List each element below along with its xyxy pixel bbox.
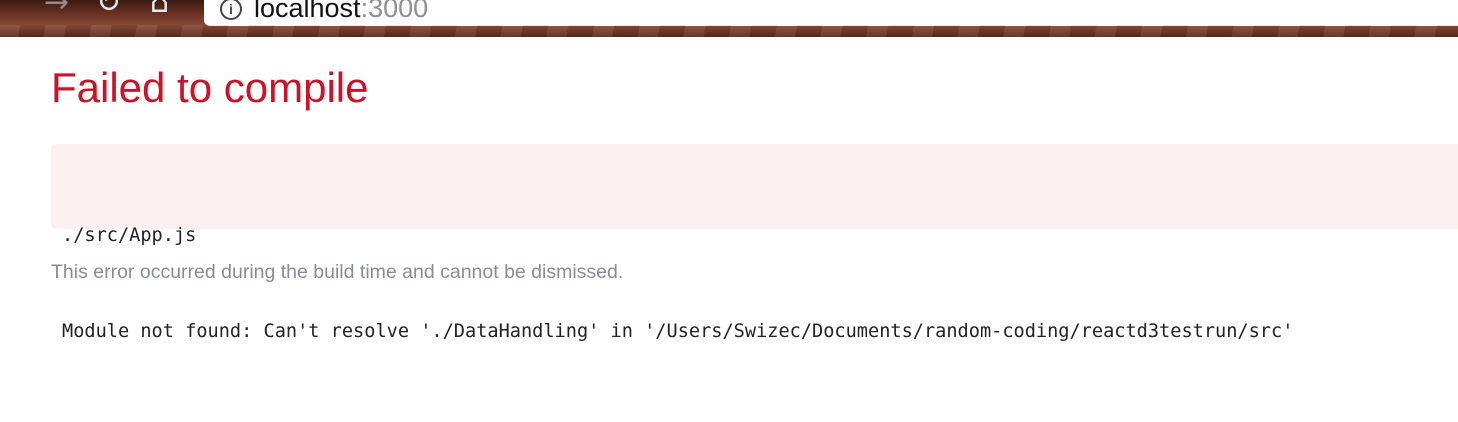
error-footer-note: This error occurred during the build tim… [51,261,624,283]
error-title: Failed to compile [51,64,369,111]
address-bar[interactable]: i localhost:3000 [204,0,1458,26]
error-message: Module not found: Can't resolve './DataH… [62,321,1294,342]
reload-icon[interactable]: ↻ [96,0,121,18]
info-icon[interactable]: i [220,0,242,20]
browser-toolbar: → ↻ ⌂ i localhost:3000 [0,0,1458,37]
forward-arrow-icon[interactable]: → [44,0,69,18]
home-icon[interactable]: ⌂ [150,0,169,18]
url-port: :3000 [360,0,429,23]
error-details-box: ./src/App.js Module not found: Can't res… [51,144,1458,342]
error-overlay: Failed to compile ./src/App.js Module no… [0,37,1458,422]
error-file-path: ./src/App.js [62,225,197,246]
url-host: localhost [254,0,361,23]
